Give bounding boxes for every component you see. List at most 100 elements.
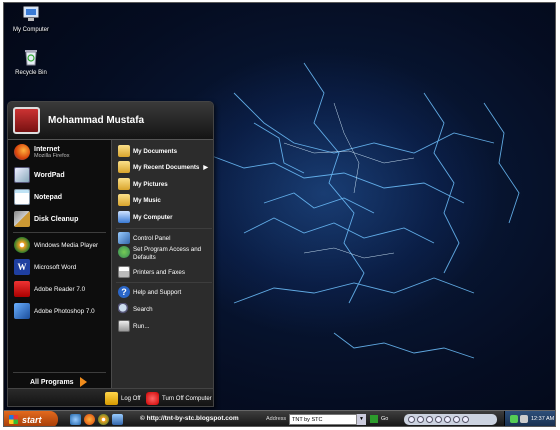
recent-documents-icon [118, 161, 130, 173]
all-programs-button[interactable]: All Programs [30, 377, 87, 387]
all-programs-label: All Programs [30, 378, 74, 386]
media-player-quicklaunch-icon[interactable] [98, 414, 109, 425]
music-folder-icon [118, 194, 130, 206]
help-item-help-support[interactable]: ? Help and Support [118, 286, 181, 298]
pinned-item-notepad[interactable]: Notepad [14, 189, 62, 205]
separator [13, 372, 106, 373]
start-menu-header: Mohammad Mustafa [8, 102, 213, 140]
recent-item-photoshop[interactable]: Adobe Photoshop 7.0 [14, 303, 95, 319]
volume-icon[interactable] [520, 415, 528, 423]
printer-icon [118, 266, 130, 278]
quicklaunch-icon[interactable] [112, 414, 123, 425]
help-item-label: Help and Support [133, 288, 182, 296]
place-my-music[interactable]: My Music [118, 194, 161, 206]
user-name: Mohammad Mustafa [48, 115, 145, 126]
pinned-item-label: WordPad [34, 171, 65, 179]
recent-item-label: Adobe Photoshop 7.0 [34, 307, 95, 315]
go-button[interactable]: Go [370, 415, 388, 423]
program-access-icon [118, 246, 130, 258]
recent-item-label: Windows Media Player [34, 241, 99, 249]
go-label: Go [381, 416, 389, 422]
word-icon: W [14, 259, 30, 275]
network-icon[interactable] [510, 415, 518, 423]
desktop-icon-my-computer[interactable]: My Computer [6, 5, 56, 33]
mute-button[interactable] [444, 416, 451, 423]
recent-item-label: Adobe Reader 7.0 [34, 285, 86, 293]
recycle-bin-icon [25, 50, 37, 66]
log-off-icon [105, 392, 118, 405]
system-item-printers[interactable]: Printers and Faxes [118, 266, 185, 278]
taskbar: start © http://tnt-by-stc.blogspot.com A… [4, 410, 555, 426]
place-my-documents[interactable]: My Documents [118, 145, 177, 157]
pinned-item-label: Notepad [34, 193, 62, 201]
help-icon: ? [118, 286, 130, 298]
recent-item-adobe-reader[interactable]: Adobe Reader 7.0 [14, 281, 85, 297]
help-item-run[interactable]: Run... [118, 320, 150, 332]
address-label: Address [266, 416, 287, 422]
adobe-reader-icon [14, 281, 30, 297]
pinned-item-label: Disk Cleanup [34, 215, 79, 223]
system-item-program-access[interactable]: Set Program Access and Defaults [118, 246, 211, 262]
desktop-icon-label: Recycle Bin [15, 70, 47, 76]
place-my-computer[interactable]: My Computer [118, 211, 173, 223]
photoshop-icon [14, 303, 30, 319]
start-menu-left-pane: Internet Mozilla Firefox WordPad Notepad… [8, 140, 111, 388]
separator [116, 282, 212, 283]
pictures-folder-icon [118, 178, 130, 190]
start-button[interactable]: start [4, 411, 58, 426]
recent-item-label: Microsoft Word [34, 263, 77, 271]
notepad-icon [14, 189, 30, 205]
show-desktop-icon[interactable] [70, 414, 81, 425]
help-item-search[interactable]: Search [118, 303, 153, 315]
taskbar-url-text: © http://tnt-by-stc.blogspot.com [140, 415, 239, 422]
submenu-arrow-icon: ▶ [203, 164, 208, 171]
start-menu: Mohammad Mustafa Internet Mozilla Firefo… [7, 101, 214, 407]
recent-item-word[interactable]: W Microsoft Word [14, 259, 76, 275]
my-computer-icon [23, 6, 39, 21]
pinned-item-sublabel: Mozilla Firefox [34, 152, 70, 159]
turn-off-label: Turn Off Computer [162, 395, 212, 402]
separator [116, 228, 212, 229]
recent-item-media-player[interactable]: Windows Media Player [14, 237, 98, 253]
clock[interactable]: 12:37 AM [531, 416, 554, 422]
arrow-right-icon [79, 377, 87, 387]
go-arrow-icon [370, 415, 378, 423]
previous-button[interactable] [426, 416, 433, 423]
media-restore-button[interactable] [462, 416, 469, 423]
address-input[interactable] [289, 414, 366, 425]
system-item-label: Control Panel [133, 234, 171, 242]
disk-cleanup-icon [14, 211, 30, 227]
play-button[interactable] [408, 416, 415, 423]
stop-button[interactable] [417, 416, 424, 423]
system-item-label: Set Program Access and Defaults [133, 246, 202, 261]
place-my-pictures[interactable]: My Pictures [118, 178, 168, 190]
place-label: My Recent Documents [133, 163, 200, 171]
address-dropdown-arrow[interactable]: ▼ [356, 414, 366, 425]
turn-off-button[interactable]: Turn Off Computer [146, 392, 212, 405]
system-item-control-panel[interactable]: Control Panel [118, 232, 171, 244]
desktop-icon-recycle-bin[interactable]: Recycle Bin [6, 48, 56, 76]
system-item-label: Printers and Faxes [133, 268, 185, 276]
next-button[interactable] [435, 416, 442, 423]
firefox-quicklaunch-icon[interactable] [84, 414, 95, 425]
windows-logo-icon [9, 415, 18, 424]
place-label: My Documents [133, 147, 178, 155]
help-item-label: Run... [133, 322, 150, 330]
computer-icon [118, 211, 130, 223]
firefox-icon [14, 144, 30, 160]
place-my-recent-documents[interactable]: My Recent Documents ▶ [118, 161, 208, 173]
pinned-item-internet[interactable]: Internet Mozilla Firefox [14, 144, 69, 160]
log-off-label: Log Off [121, 395, 141, 402]
start-label: start [22, 414, 42, 425]
desktop-icon-label: My Computer [12, 27, 49, 33]
place-label: My Music [133, 196, 161, 204]
volume-button[interactable] [453, 416, 460, 423]
start-menu-right-pane: My Documents My Recent Documents ▶ My Pi… [111, 140, 213, 388]
place-label: My Pictures [133, 180, 168, 188]
user-avatar[interactable] [13, 107, 40, 134]
pinned-item-disk-cleanup[interactable]: Disk Cleanup [14, 211, 78, 227]
log-off-button[interactable]: Log Off [105, 392, 141, 405]
media-toolbar [404, 414, 497, 425]
power-icon [146, 392, 159, 405]
pinned-item-wordpad[interactable]: WordPad [14, 167, 65, 183]
